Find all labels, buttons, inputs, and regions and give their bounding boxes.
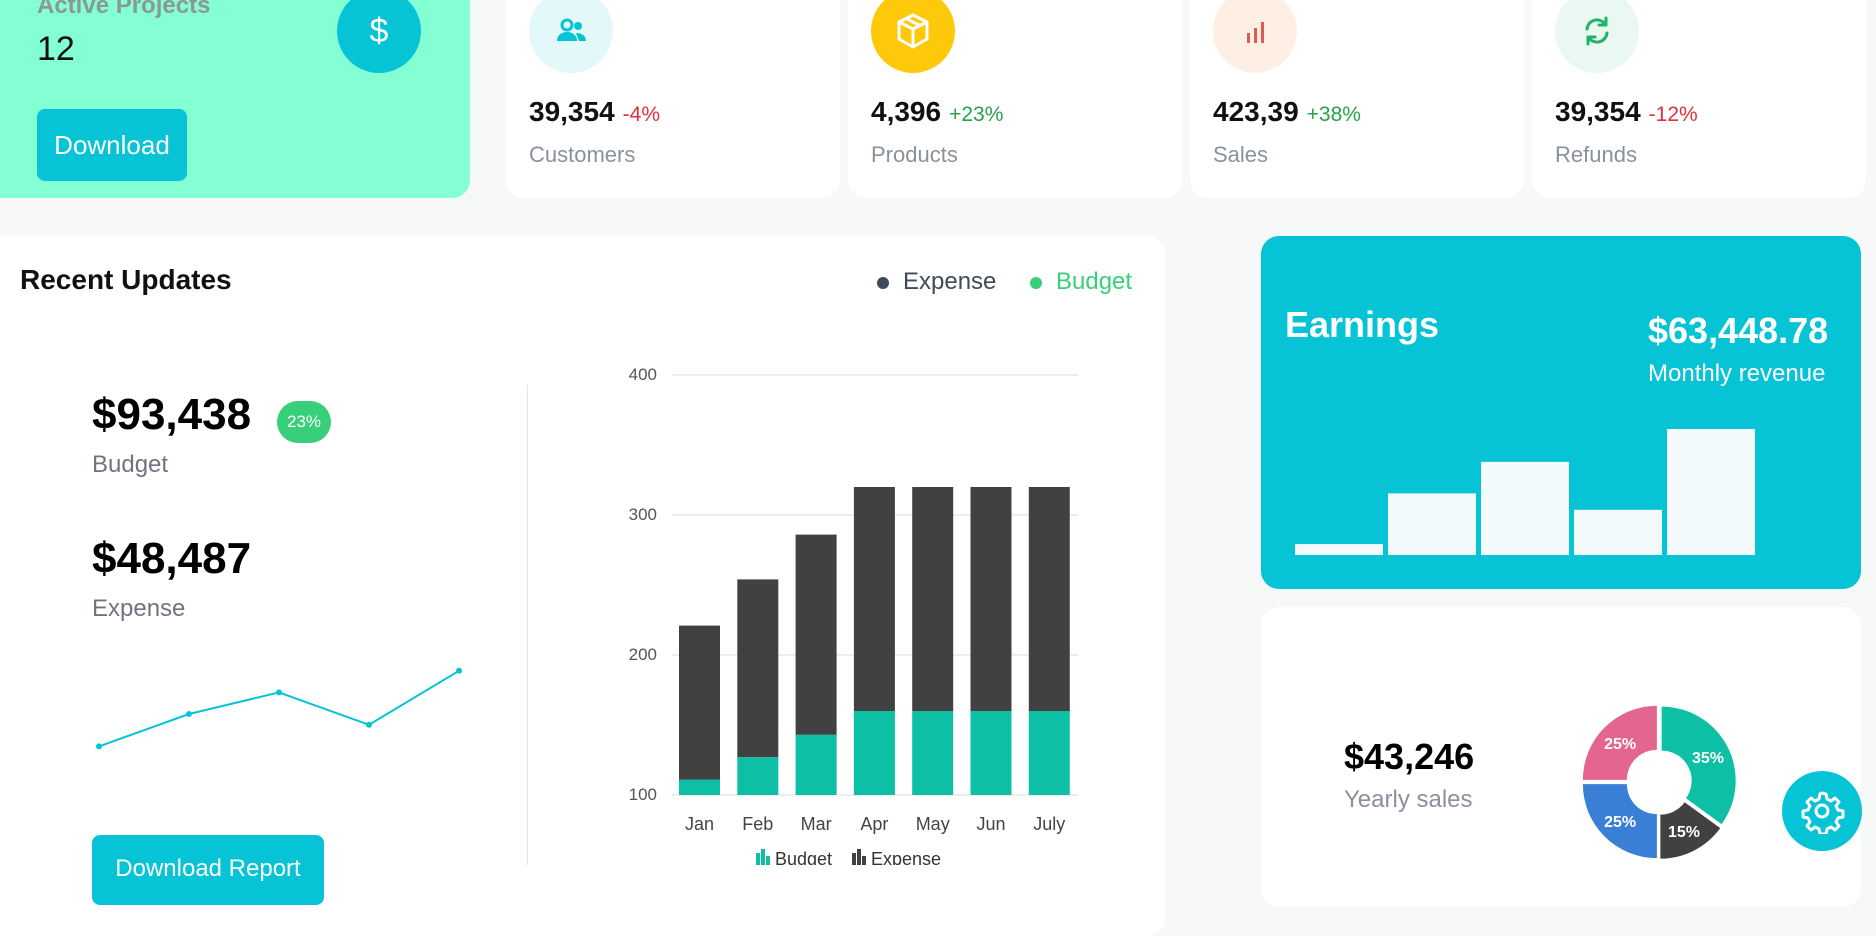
sales-change: +38% — [1306, 103, 1361, 126]
active-projects-title: Active Projects — [37, 0, 211, 19]
yearly-sales-donut: 35% 15% 25% 25% — [1582, 705, 1736, 859]
x-tick-label: May — [916, 814, 950, 834]
download-button[interactable]: Download — [37, 109, 187, 181]
refunds-label: Refunds — [1555, 142, 1637, 167]
bar-budget-jan — [679, 779, 720, 795]
budget-value: $93,438 — [92, 390, 252, 439]
sales-value: 423,39 +38% — [1213, 96, 1361, 127]
bar-expense-apr — [853, 487, 895, 711]
products-label: Products — [871, 142, 958, 167]
legend-expense[interactable]: Expense — [877, 268, 996, 296]
legend-label-expense: Expense — [871, 849, 941, 865]
bar-budget-july — [1028, 711, 1070, 795]
donut-label-3: 25% — [1604, 736, 1636, 753]
legend-swatch — [857, 849, 861, 865]
legend-swatch — [862, 856, 866, 865]
bar-budget-mar — [795, 734, 837, 795]
bar-budget-apr — [853, 711, 895, 795]
budget-label: Budget — [92, 451, 169, 478]
legend-budget[interactable]: Budget — [1030, 268, 1132, 296]
legend-dot-budget — [1030, 276, 1042, 289]
earnings-bar-2 — [1481, 461, 1569, 555]
products-value: 4,396 +23% — [871, 96, 1004, 127]
products-change: +23% — [949, 103, 1004, 126]
x-tick-label: July — [1033, 814, 1065, 834]
expense-label: Expense — [92, 595, 186, 622]
bar-budget-feb — [737, 757, 779, 795]
sales-label: Sales — [1213, 142, 1269, 167]
bar-expense-mar — [795, 534, 837, 735]
sparkline-point-1 — [186, 711, 192, 717]
settings-button[interactable] — [1782, 771, 1862, 851]
legend-swatch — [761, 849, 765, 865]
sparkline-point-0 — [96, 743, 102, 750]
donut-label-0: 35% — [1692, 750, 1724, 767]
column-divider — [527, 385, 528, 865]
expense-value: $48,487 — [92, 534, 252, 583]
refunds-change: -12% — [1648, 103, 1698, 126]
legend-swatch — [756, 853, 760, 865]
y-tick-label: 400 — [629, 365, 657, 384]
earnings-title: Earnings — [1285, 304, 1440, 345]
sparkline-point-4 — [456, 667, 462, 674]
legend-swatch — [766, 856, 770, 865]
legend-dot-expense — [877, 276, 889, 289]
x-tick-label: Mar — [801, 814, 832, 834]
earnings-bar-3 — [1574, 509, 1662, 555]
customers-value: 39,354 -4% — [529, 96, 660, 127]
donut-label-2: 25% — [1604, 814, 1636, 831]
earnings-bar-0 — [1295, 544, 1383, 555]
customers-change: -4% — [622, 103, 660, 126]
yearly-sales-value: $43,246 — [1344, 736, 1475, 777]
y-tick-label: 300 — [629, 505, 657, 524]
bar-expense-july — [1028, 487, 1070, 711]
x-tick-label: Apr — [860, 814, 888, 834]
bar-budget-jun — [970, 711, 1012, 795]
budget-expense-chart: 100 200 300 400 Jan Feb Mar Apr May Jun July Budget… — [629, 365, 1078, 865]
customers-label: Customers — [529, 142, 636, 167]
sparkline-point-3 — [366, 721, 372, 728]
earnings-value: $63,448.78 — [1648, 310, 1829, 351]
donut-label-1: 15% — [1668, 824, 1700, 841]
x-tick-label: Jun — [976, 814, 1005, 834]
legend-label-budget: Budget — [775, 849, 832, 865]
y-tick-label: 200 — [629, 645, 657, 664]
gear-icon — [1801, 791, 1845, 834]
legend-swatch — [852, 853, 856, 865]
budget-badge: 23% — [277, 401, 331, 443]
sparkline-point-2 — [276, 689, 282, 696]
recent-updates-title: Recent Updates — [20, 264, 232, 295]
earnings-subtitle: Monthly revenue — [1648, 360, 1826, 387]
yearly-sales-label: Yearly sales — [1344, 786, 1473, 813]
x-tick-label: Jan — [685, 814, 714, 834]
bar-expense-jan — [679, 625, 720, 780]
x-tick-label: Feb — [742, 814, 773, 834]
bar-budget-may — [912, 711, 954, 795]
sparkline-line — [98, 669, 460, 748]
earnings-bar-1 — [1388, 493, 1476, 555]
earnings-bar-4 — [1667, 429, 1755, 555]
earnings-bar-chart — [1295, 429, 1755, 555]
bar-expense-may — [912, 487, 954, 711]
y-tick-label: 100 — [629, 785, 657, 804]
active-projects-count: 12 — [37, 30, 75, 68]
bar-expense-jun — [970, 487, 1012, 711]
refunds-value: 39,354 -12% — [1555, 96, 1698, 127]
sparkline-chart — [96, 667, 462, 750]
bar-expense-feb — [737, 579, 779, 758]
download-report-button[interactable]: Download Report — [92, 835, 324, 905]
